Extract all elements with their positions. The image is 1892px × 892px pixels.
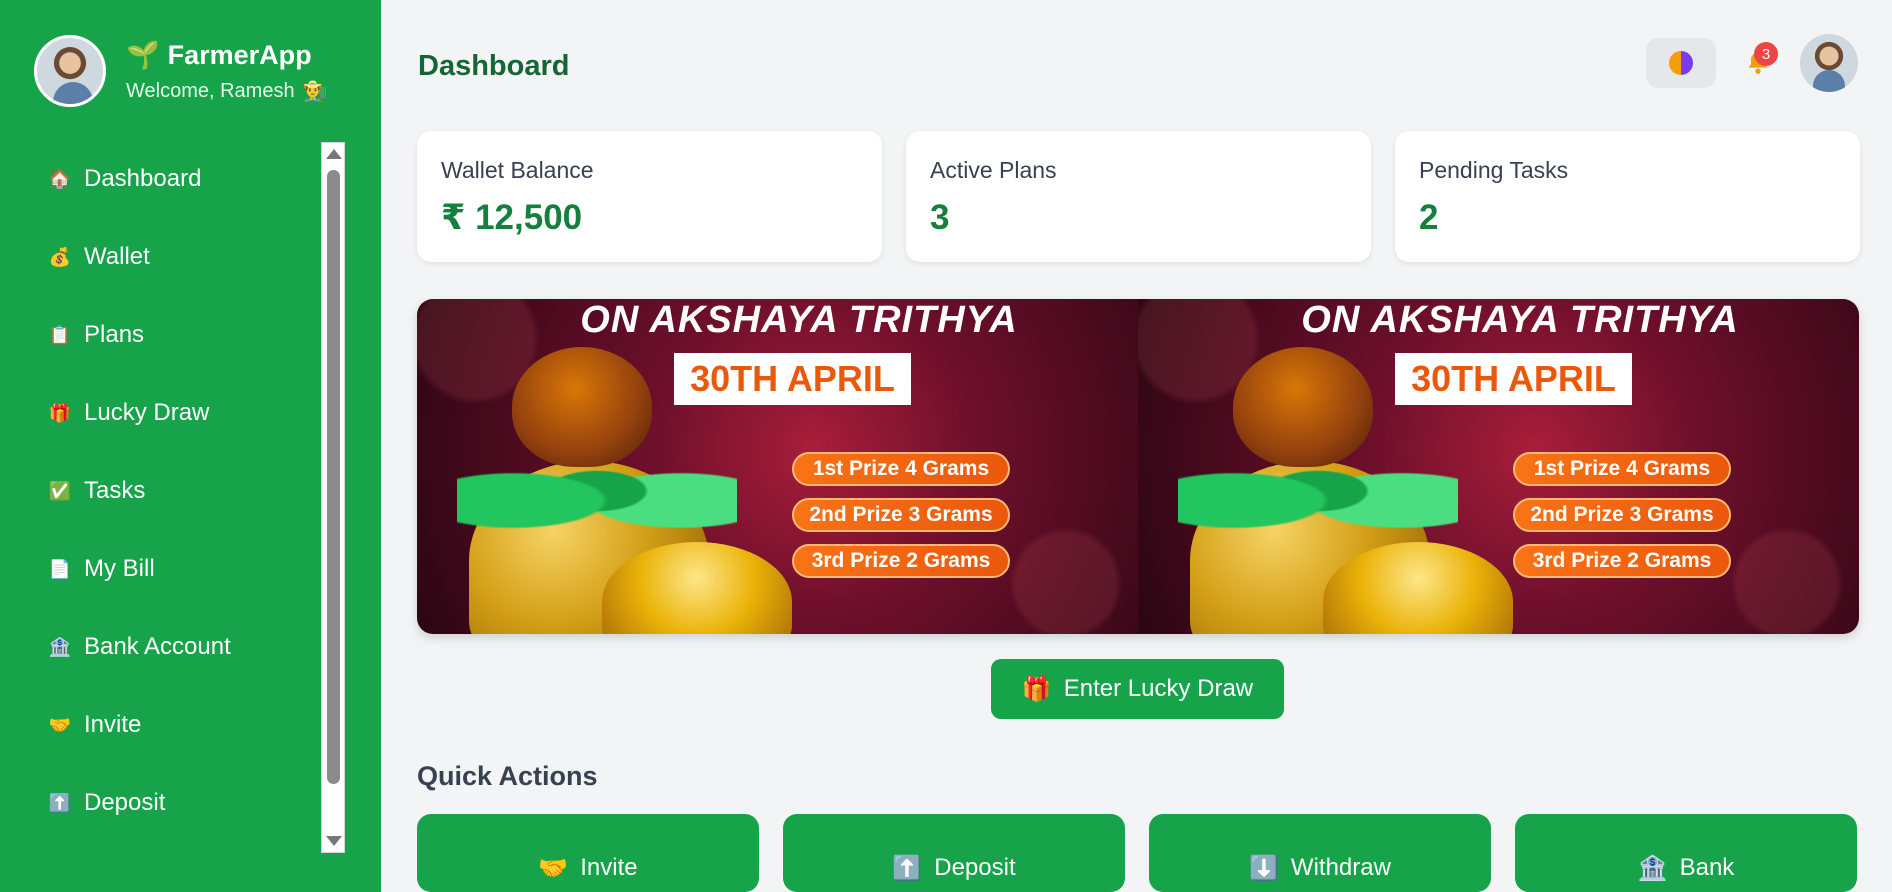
handshake-icon: 🤝 [48, 714, 72, 736]
quick-action-content: 🏦 Bank [1638, 844, 1735, 892]
quick-action-bank-button[interactable]: 🏦 Bank [1515, 814, 1857, 892]
stat-label: Active Plans [930, 157, 1057, 183]
banner-date: 30TH APRIL [1395, 353, 1632, 405]
quick-action-label: Invite [580, 854, 638, 881]
money-bag-icon: 💰 [48, 246, 72, 268]
sidebar-item-plans[interactable]: 📋 Plans [0, 296, 320, 374]
quick-action-label: Withdraw [1290, 854, 1391, 881]
brand-block: 🌱 FarmerApp Welcome, Ramesh 👨‍🌾 [126, 39, 327, 104]
sidebar-item-label: Bank Account [84, 633, 231, 660]
sidebar-item-my-bill[interactable]: 📄 My Bill [0, 530, 320, 608]
banner-headline: ON AKSHAYA TRITHYA [1301, 299, 1739, 341]
sidebar-item-lucky-draw[interactable]: 🎁 Lucky Draw [0, 374, 320, 452]
up-arrow-icon: ⬆️ [892, 854, 923, 882]
banner-panel: ON AKSHAYA TRITHYA 30TH APRIL 1st Prize … [417, 299, 1138, 634]
notification-badge: 3 [1754, 42, 1778, 66]
prize-pill: 3rd Prize 2 Grams [1513, 544, 1731, 578]
mango-leaves-image [457, 434, 737, 529]
sidebar-item-tasks[interactable]: ✅ Tasks [0, 452, 320, 530]
quick-action-content: 🤝 Invite [538, 844, 637, 892]
sidebar-item-label: Tasks [84, 477, 146, 504]
farmer-icon: 👨‍🌾 [302, 79, 328, 103]
stat-label: Pending Tasks [1419, 157, 1569, 183]
user-avatar[interactable] [34, 35, 106, 107]
header-avatar[interactable] [1800, 34, 1858, 92]
sidebar: 🌱 FarmerApp Welcome, Ramesh 👨‍🌾 🏠 Dashbo… [0, 0, 381, 892]
check-icon: ✅ [48, 480, 72, 502]
bank-icon: 🏦 [48, 636, 72, 658]
theme-icon [1669, 51, 1693, 75]
clipboard-icon: 📋 [48, 324, 72, 346]
welcome-text: Welcome, Ramesh [126, 79, 295, 102]
welcome-text-row: Welcome, Ramesh 👨‍🌾 [126, 79, 327, 103]
theme-toggle-button[interactable] [1646, 38, 1716, 88]
stats-row: Wallet Balance ₹ 12,500 Active Plans 3 P… [417, 131, 1860, 262]
quick-action-withdraw-button[interactable]: ⬇️ Withdraw [1149, 814, 1491, 892]
down-arrow-icon: ⬇️ [1249, 854, 1279, 882]
handshake-icon: 🤝 [538, 854, 569, 882]
promo-banner: ON AKSHAYA TRITHYA 30TH APRIL 1st Prize … [417, 299, 1859, 634]
sidebar-profile: 🌱 FarmerApp Welcome, Ramesh 👨‍🌾 [34, 35, 327, 107]
sidebar-item-label: Lucky Draw [84, 399, 210, 426]
notifications-button[interactable]: 3 [1738, 38, 1778, 88]
sidebar-item-label: Dashboard [84, 165, 202, 192]
prize-pill: 2nd Prize 3 Grams [1513, 498, 1731, 532]
up-arrow-icon: ⬆️ [48, 792, 72, 814]
scroll-up-icon[interactable] [326, 149, 342, 159]
banner-date: 30TH APRIL [674, 353, 911, 405]
app-title: 🌱 FarmerApp [126, 39, 327, 72]
bank-icon: 🏦 [1637, 854, 1668, 882]
quick-action-deposit-button[interactable]: ⬆️ Deposit [783, 814, 1125, 892]
app-name: FarmerApp [167, 39, 312, 70]
sidebar-item-label: Deposit [84, 789, 166, 816]
sidebar-item-invite[interactable]: 🤝 Invite [0, 686, 320, 764]
banner-headline: ON AKSHAYA TRITHYA [580, 299, 1018, 341]
sidebar-nav: 🏠 Dashboard 💰 Wallet 📋 Plans 🎁 Lucky Dra… [0, 140, 320, 842]
enter-lucky-draw-button[interactable]: 🎁 Enter Lucky Draw [991, 659, 1284, 719]
stat-value: ₹ 12,500 [441, 198, 583, 237]
stat-label: Wallet Balance [441, 157, 594, 183]
prize-pill: 1st Prize 4 Grams [1513, 452, 1731, 486]
sidebar-item-dashboard[interactable]: 🏠 Dashboard [0, 140, 320, 218]
sidebar-scrollbar[interactable] [321, 142, 345, 853]
quick-actions-row: 🤝 Invite ⬆️ Deposit ⬇️ Withdraw 🏦 Bank [417, 814, 1857, 892]
prize-pill: 2nd Prize 3 Grams [792, 498, 1010, 532]
quick-action-invite-button[interactable]: 🤝 Invite [417, 814, 759, 892]
sidebar-item-label: My Bill [84, 555, 155, 582]
gift-icon: 🎁 [1021, 675, 1052, 703]
scroll-down-icon[interactable] [326, 836, 342, 846]
scrollbar-thumb[interactable] [327, 170, 340, 784]
quick-action-content: ⬇️ Withdraw [1249, 844, 1391, 892]
mango-leaves-image [1178, 434, 1458, 529]
sidebar-item-bank-account[interactable]: 🏦 Bank Account [0, 608, 320, 686]
page-title: Dashboard [418, 50, 570, 82]
stat-value: 3 [930, 198, 950, 237]
home-icon: 🏠 [48, 168, 72, 190]
stat-value: 2 [1419, 198, 1439, 237]
quick-action-content: ⬆️ Deposit [892, 844, 1015, 892]
sidebar-item-deposit[interactable]: ⬆️ Deposit [0, 764, 320, 842]
stat-card-wallet-balance: Wallet Balance ₹ 12,500 [417, 131, 882, 262]
enter-lucky-draw-label: Enter Lucky Draw [1063, 675, 1254, 702]
sidebar-item-label: Wallet [84, 243, 150, 270]
sidebar-item-label: Invite [84, 711, 142, 738]
sidebar-item-wallet[interactable]: 💰 Wallet [0, 218, 320, 296]
stat-card-pending-tasks: Pending Tasks 2 [1395, 131, 1860, 262]
prize-pill: 1st Prize 4 Grams [792, 452, 1010, 486]
quick-actions-title: Quick Actions [417, 761, 598, 791]
stat-card-active-plans: Active Plans 3 [906, 131, 1371, 262]
prize-pill: 3rd Prize 2 Grams [792, 544, 1010, 578]
main-content: Dashboard 3 Wallet Balance ₹ 12,500 Acti… [381, 0, 1892, 892]
gift-icon: 🎁 [48, 402, 72, 424]
banner-panel: ON AKSHAYA TRITHYA 30TH APRIL 1st Prize … [1138, 299, 1859, 634]
sidebar-item-label: Plans [84, 321, 145, 348]
seedling-icon: 🌱 [126, 40, 160, 71]
top-actions: 3 [1646, 34, 1858, 92]
document-icon: 📄 [48, 558, 72, 580]
quick-action-label: Deposit [934, 854, 1016, 881]
quick-action-label: Bank [1679, 854, 1735, 881]
